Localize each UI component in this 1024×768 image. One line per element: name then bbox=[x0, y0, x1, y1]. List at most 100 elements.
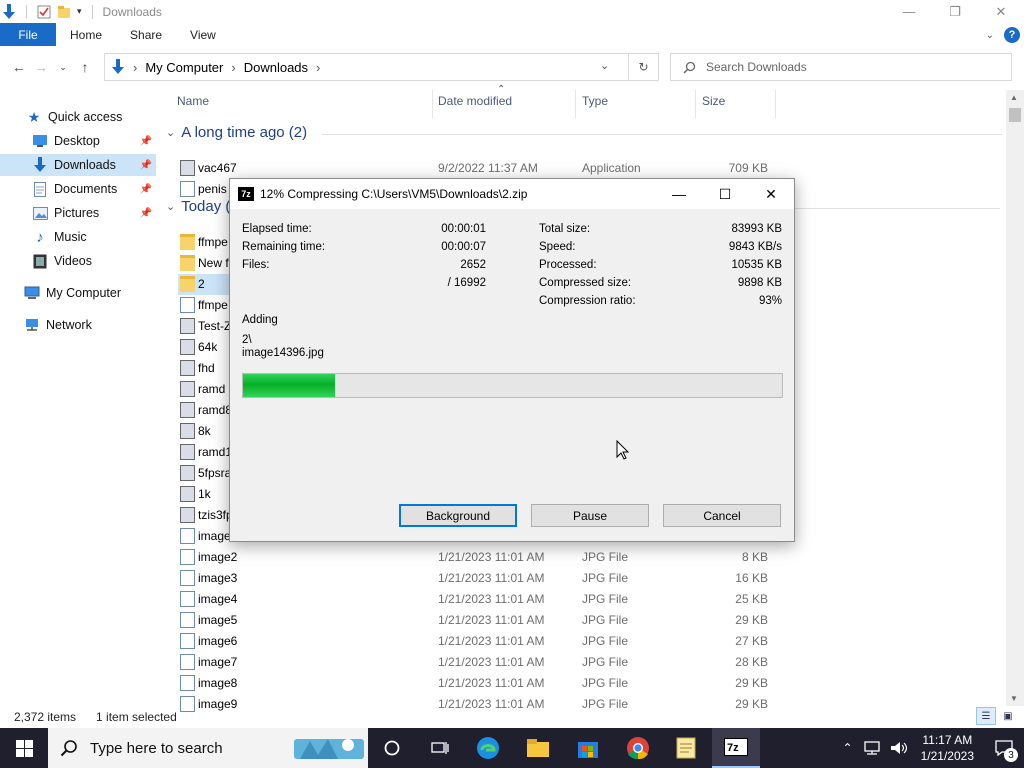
7zip-icon: 7z bbox=[724, 738, 748, 756]
document-icon bbox=[180, 633, 195, 649]
nav-item-downloads[interactable]: Downloads 📌 bbox=[0, 154, 156, 176]
refresh-button[interactable]: ↻ bbox=[628, 53, 658, 81]
svg-text:7z: 7z bbox=[727, 742, 739, 754]
start-button[interactable] bbox=[0, 728, 48, 768]
search-highlight-icon bbox=[294, 739, 364, 759]
back-button[interactable]: ← bbox=[8, 59, 30, 75]
breadcrumb-chevron-icon[interactable]: › bbox=[231, 60, 235, 75]
file-row[interactable]: image2 1/21/2023 11:01 AM JPG File 8 KB bbox=[178, 547, 998, 568]
file-row[interactable]: image6 1/21/2023 11:01 AM JPG File 27 KB bbox=[178, 631, 998, 652]
network-tray-icon[interactable] bbox=[863, 740, 881, 756]
nav-item-desktop[interactable]: Desktop 📌 bbox=[0, 130, 156, 152]
tab-share[interactable]: Share bbox=[116, 28, 176, 42]
taskbar-chrome[interactable] bbox=[614, 728, 662, 768]
breadcrumb-chevron-icon[interactable]: › bbox=[316, 60, 320, 75]
task-view-button[interactable] bbox=[368, 728, 416, 768]
file-row[interactable]: image4 1/21/2023 11:01 AM JPG File 25 KB bbox=[178, 589, 998, 610]
expand-ribbon-icon[interactable]: ⌄ bbox=[986, 30, 994, 41]
application-icon bbox=[180, 339, 195, 355]
group-label: A long time ago (2) bbox=[181, 124, 308, 141]
file-row[interactable]: image3 1/21/2023 11:01 AM JPG File 16 KB bbox=[178, 568, 998, 589]
properties-icon[interactable] bbox=[37, 5, 51, 19]
taskbar-edge[interactable] bbox=[464, 728, 512, 768]
tray-overflow-icon[interactable]: ⌃ bbox=[837, 741, 859, 755]
address-dropdown-icon[interactable]: ⌄ bbox=[600, 59, 609, 72]
taskbar-store[interactable] bbox=[564, 728, 612, 768]
breadcrumb-chevron-icon[interactable]: › bbox=[133, 60, 137, 75]
close-button[interactable]: ✕ bbox=[978, 0, 1024, 23]
tab-file[interactable]: File bbox=[0, 23, 56, 46]
group-header-old[interactable]: ⌄ A long time ago (2) bbox=[166, 124, 307, 141]
forward-button[interactable]: → bbox=[30, 59, 52, 75]
cancel-button[interactable]: Cancel bbox=[663, 504, 781, 527]
nav-item-music[interactable]: ♪ Music bbox=[0, 226, 156, 248]
breadcrumb-downloads[interactable]: Downloads bbox=[244, 60, 308, 75]
address-row: ← → ⌄ ↑ › My Computer › Downloads › ⌄ ↻ … bbox=[0, 50, 1024, 84]
search-box[interactable]: Search Downloads bbox=[670, 53, 1012, 81]
dialog-maximize-button[interactable]: ☐ bbox=[702, 179, 748, 209]
breadcrumb-my-computer[interactable]: My Computer bbox=[145, 60, 223, 75]
nav-item-label: Pictures bbox=[54, 206, 100, 220]
clock[interactable]: 11:17 AM 1/21/2023 bbox=[911, 732, 984, 764]
pause-button[interactable]: Pause bbox=[531, 504, 649, 527]
help-icon[interactable]: ? bbox=[1004, 27, 1020, 43]
new-folder-icon[interactable] bbox=[57, 5, 71, 19]
volume-icon[interactable] bbox=[889, 740, 907, 756]
dialog-minimize-button[interactable]: — bbox=[656, 179, 702, 209]
collapse-chevron-icon[interactable]: ⌄ bbox=[166, 126, 175, 139]
column-header-date[interactable]: Date modified bbox=[438, 94, 512, 114]
file-row[interactable]: vac467 9/2/2022 11:37 AM Application 709 KB bbox=[178, 158, 998, 179]
quick-access-toolbar-dropdown-icon[interactable]: ▾ bbox=[77, 6, 82, 17]
files-label: Files: bbox=[242, 259, 270, 271]
scroll-up-icon[interactable]: ▲ bbox=[1010, 93, 1018, 102]
scroll-thumb[interactable] bbox=[1009, 108, 1021, 122]
speed-value: 9843 KB/s bbox=[728, 241, 782, 253]
group-header-today[interactable]: ⌄ Today ( bbox=[166, 198, 230, 215]
taskbar: Type here to search 7z ⌃ 11:17 AM 1/21/2… bbox=[0, 728, 1024, 768]
details-view-icon[interactable]: ☰ bbox=[976, 707, 996, 725]
column-header-name[interactable]: Name bbox=[177, 94, 209, 114]
scroll-down-icon[interactable]: ▼ bbox=[1010, 694, 1018, 703]
minimize-button[interactable]: — bbox=[886, 0, 932, 23]
file-row[interactable]: image5 1/21/2023 11:01 AM JPG File 29 KB bbox=[178, 610, 998, 631]
search-input[interactable]: Search Downloads bbox=[706, 60, 807, 74]
taskbar-7zip[interactable]: 7z bbox=[712, 728, 760, 768]
maximize-button[interactable]: ❐ bbox=[932, 0, 978, 23]
taskbar-search-input[interactable]: Type here to search bbox=[90, 740, 223, 757]
dialog-title-bar[interactable]: 7z 12% Compressing C:\Users\VM5\Download… bbox=[230, 179, 794, 209]
file-name: image2 bbox=[198, 550, 238, 564]
file-name: image3 bbox=[198, 571, 238, 585]
file-row[interactable]: image7 1/21/2023 11:01 AM JPG File 28 KB bbox=[178, 652, 998, 673]
up-button[interactable]: ↑ bbox=[74, 59, 96, 75]
clock-date: 1/21/2023 bbox=[920, 749, 974, 763]
nav-item-my-computer[interactable]: My Computer bbox=[0, 282, 156, 304]
column-header-type[interactable]: Type bbox=[582, 94, 608, 114]
column-header-size[interactable]: Size bbox=[702, 94, 725, 114]
file-row[interactable]: image8 1/21/2023 11:01 AM JPG File 29 KB bbox=[178, 673, 998, 694]
taskbar-notepad[interactable] bbox=[662, 728, 710, 768]
recent-locations-icon[interactable]: ⌄ bbox=[52, 62, 74, 73]
nav-item-documents[interactable]: Documents 📌 bbox=[0, 178, 156, 200]
background-button[interactable]: Background bbox=[399, 504, 517, 527]
dialog-close-button[interactable]: ✕ bbox=[748, 179, 794, 209]
nav-item-quick-access[interactable]: ★ Quick access bbox=[0, 106, 156, 128]
taskbar-file-explorer[interactable] bbox=[514, 728, 562, 768]
tab-view[interactable]: View bbox=[176, 28, 230, 42]
nav-item-network[interactable]: Network bbox=[0, 314, 156, 336]
task-view-button-2[interactable] bbox=[416, 728, 464, 768]
star-icon: ★ bbox=[27, 108, 41, 125]
file-type: JPG File bbox=[582, 571, 629, 585]
nav-item-label: Documents bbox=[54, 182, 118, 196]
tab-home[interactable]: Home bbox=[56, 28, 116, 42]
archive-icon bbox=[180, 297, 195, 313]
address-bar[interactable]: › My Computer › Downloads › bbox=[104, 53, 659, 81]
collapse-chevron-icon[interactable]: ⌄ bbox=[166, 200, 175, 213]
vertical-scrollbar[interactable]: ▲ ▼ bbox=[1006, 90, 1024, 706]
action-center-button[interactable]: 3 bbox=[984, 728, 1024, 768]
large-icons-view-icon[interactable]: ▣ bbox=[998, 707, 1018, 725]
nav-item-videos[interactable]: Videos bbox=[0, 250, 156, 272]
desktop-icon bbox=[32, 133, 48, 149]
nav-item-pictures[interactable]: Pictures 📌 bbox=[0, 202, 156, 224]
files-value: 2652 bbox=[460, 259, 486, 271]
taskbar-search[interactable]: Type here to search bbox=[48, 728, 368, 768]
